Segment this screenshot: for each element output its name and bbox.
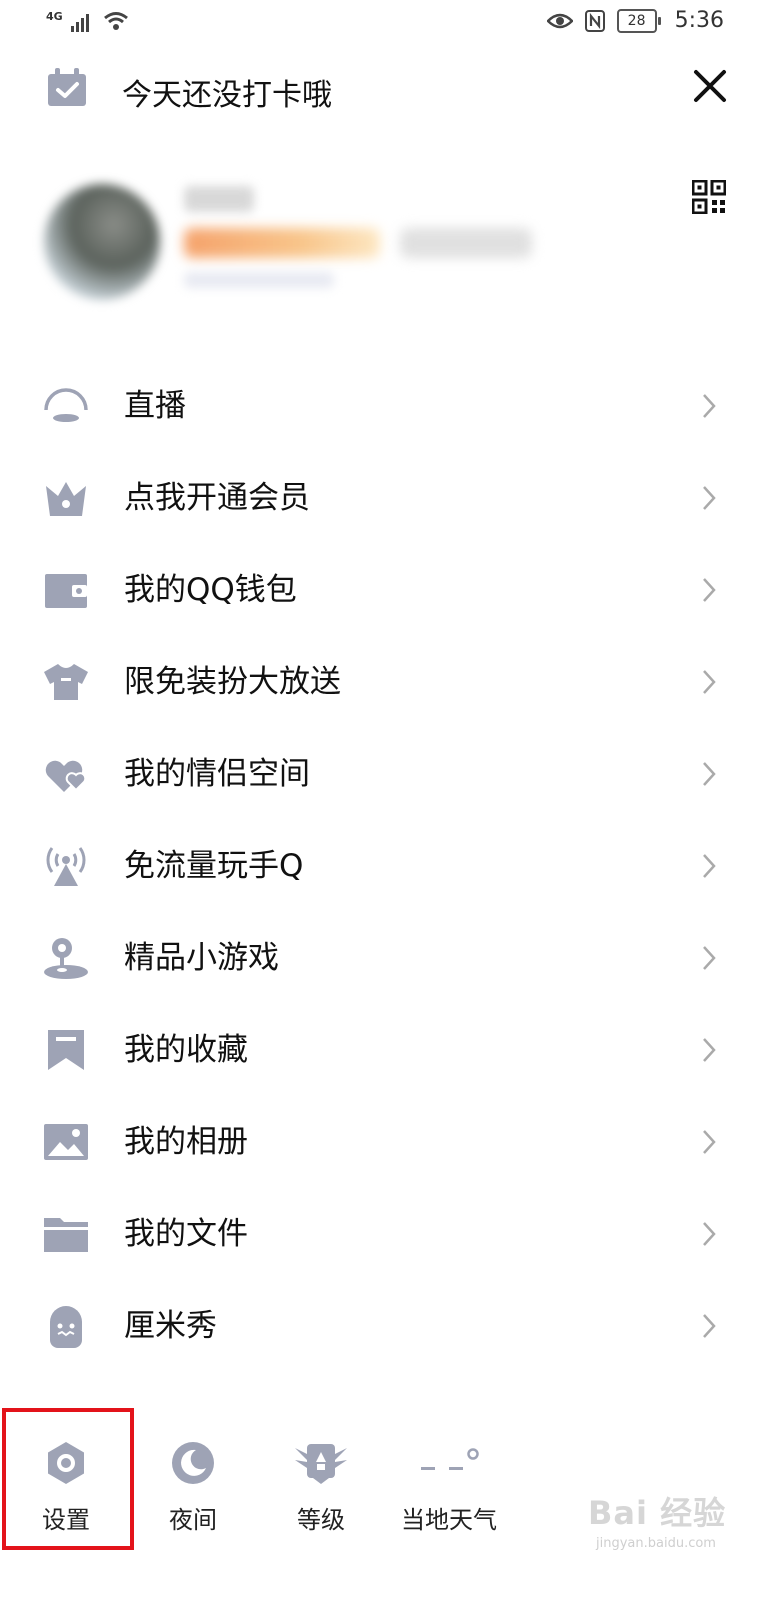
menu-item-album[interactable]: 我的相册 xyxy=(0,1096,784,1188)
menu-item-free-data[interactable]: 免流量玩手Q xyxy=(0,820,784,912)
menu-label-dressup: 限免装扮大放送 xyxy=(124,664,341,700)
chevron-right-icon xyxy=(703,1130,716,1154)
battery-indicator: 28 xyxy=(616,8,661,33)
close-icon[interactable] xyxy=(690,66,730,106)
chevron-right-icon xyxy=(703,670,716,694)
menu-item-files[interactable]: 我的文件 xyxy=(0,1188,784,1280)
drawer-menu: 直播 点我开通会员 我的QQ钱包 限免装扮大放送 我的情侣空间 免流量玩手Q 精… xyxy=(0,360,784,1372)
signal-icon xyxy=(70,14,89,32)
folder-icon xyxy=(44,1218,88,1252)
eye-icon xyxy=(546,13,573,28)
photo-icon xyxy=(44,1124,88,1160)
menu-label-album: 我的相册 xyxy=(124,1124,248,1160)
chevron-right-icon xyxy=(703,762,716,786)
hearts-icon xyxy=(45,760,87,792)
wifi-icon xyxy=(103,12,128,30)
menu-label-free-data: 免流量玩手Q xyxy=(124,848,304,884)
highlight-box xyxy=(2,1408,134,1550)
chevron-right-icon xyxy=(703,854,716,878)
live-icon xyxy=(44,388,88,422)
calendar-check-icon xyxy=(48,68,86,106)
chevron-right-icon xyxy=(703,1314,716,1338)
menu-label-favorites: 我的收藏 xyxy=(124,1032,248,1068)
clock: 5:36 xyxy=(674,8,724,33)
status-bar: 4G 28 5:36 xyxy=(0,0,784,48)
signal-tower-icon xyxy=(46,847,86,886)
nickname-blurred xyxy=(184,186,254,212)
level-label: 等级 xyxy=(297,1506,345,1534)
signature-blurred xyxy=(184,272,334,288)
menu-label-files: 我的文件 xyxy=(124,1216,248,1252)
status-left: 4G xyxy=(46,10,129,32)
level-button[interactable]: 等级 xyxy=(261,1440,381,1550)
watermark: Bai 经验 jingyan.baidu.com xyxy=(588,1488,726,1551)
watermark-url: jingyan.baidu.com xyxy=(596,1536,716,1551)
bookmark-icon xyxy=(48,1030,84,1070)
weather-button[interactable]: 当地天气 xyxy=(389,1440,509,1550)
network-type: 4G xyxy=(46,10,63,23)
crown-icon xyxy=(46,482,86,516)
wallet-icon xyxy=(45,574,87,608)
weather-icon xyxy=(421,1448,479,1470)
checkin-text: 今天还没打卡哦 xyxy=(122,78,332,113)
menu-item-games[interactable]: 精品小游戏 xyxy=(0,912,784,1004)
menu-label-couple: 我的情侣空间 xyxy=(124,756,310,792)
chevron-right-icon xyxy=(703,946,716,970)
avatar[interactable] xyxy=(44,184,160,300)
menu-label-games: 精品小游戏 xyxy=(124,940,279,976)
shirt-icon xyxy=(44,664,88,700)
level-badge-icon xyxy=(295,1444,347,1484)
menu-label-vip: 点我开通会员 xyxy=(124,480,310,516)
checkin-row[interactable]: 今天还没打卡哦 xyxy=(0,56,784,120)
profile-card[interactable] xyxy=(0,170,784,320)
joystick-icon xyxy=(44,938,88,979)
status-right: 28 5:36 xyxy=(546,8,724,33)
menu-item-cmshow[interactable]: 厘米秀 xyxy=(0,1280,784,1372)
chevron-right-icon xyxy=(703,486,716,510)
menu-item-favorites[interactable]: 我的收藏 xyxy=(0,1004,784,1096)
weather-label: 当地天气 xyxy=(401,1506,497,1534)
nfc-icon xyxy=(584,9,605,32)
moon-icon xyxy=(172,1442,214,1484)
menu-item-live[interactable]: 直播 xyxy=(0,360,784,452)
menu-item-dressup[interactable]: 限免装扮大放送 xyxy=(0,636,784,728)
chevron-right-icon xyxy=(703,578,716,602)
qr-code-icon[interactable] xyxy=(692,180,726,214)
chevron-right-icon xyxy=(703,1038,716,1062)
menu-item-vip[interactable]: 点我开通会员 xyxy=(0,452,784,544)
night-mode-label: 夜间 xyxy=(169,1506,217,1534)
vip-badge-blurred xyxy=(184,228,380,258)
menu-label-live: 直播 xyxy=(124,388,186,424)
level-icons-blurred xyxy=(400,228,532,258)
menu-label-cmshow: 厘米秀 xyxy=(124,1308,217,1344)
chevron-right-icon xyxy=(703,394,716,418)
menu-item-wallet[interactable]: 我的QQ钱包 xyxy=(0,544,784,636)
character-icon xyxy=(50,1306,82,1348)
watermark-brand: Bai 经验 xyxy=(588,1494,727,1532)
menu-item-couple[interactable]: 我的情侣空间 xyxy=(0,728,784,820)
menu-label-wallet: 我的QQ钱包 xyxy=(124,572,297,608)
night-mode-button[interactable]: 夜间 xyxy=(133,1440,253,1550)
chevron-right-icon xyxy=(703,1222,716,1246)
